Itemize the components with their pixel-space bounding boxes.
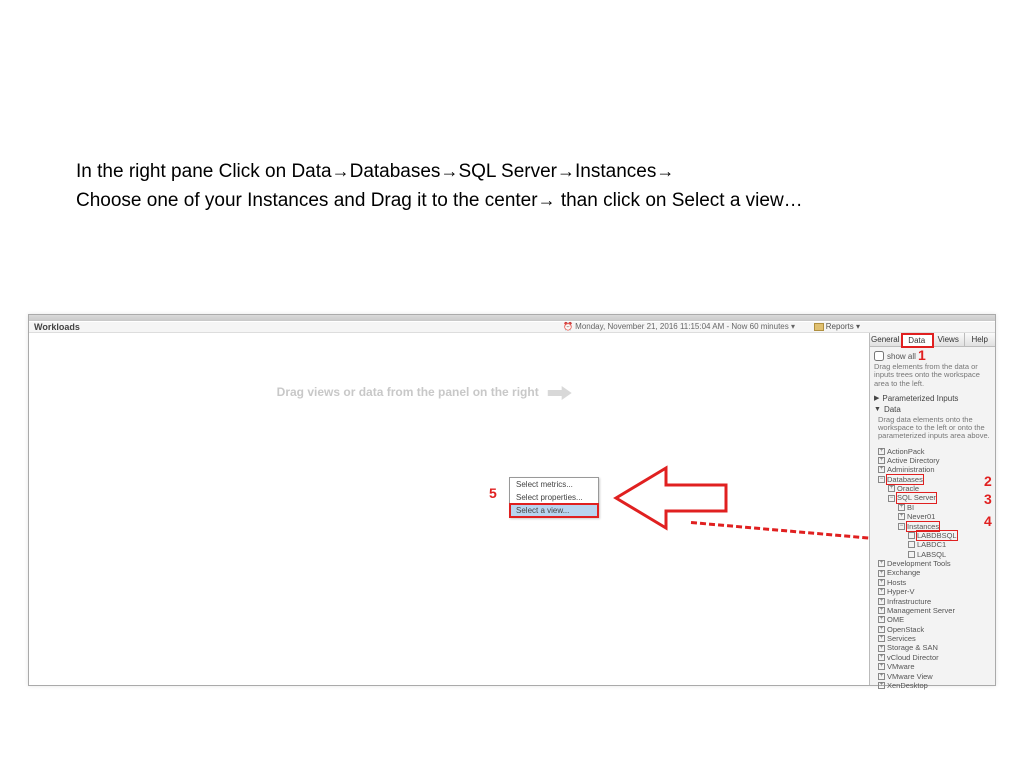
tree-item[interactable]: +Services: [878, 634, 991, 643]
tree-item[interactable]: +BI: [898, 503, 991, 512]
show-all-checkbox[interactable]: show all: [874, 351, 991, 361]
timestamp-selector[interactable]: ⏰ Monday, November 21, 2016 11:15:04 AM …: [563, 322, 795, 331]
tree-item[interactable]: +VMware: [878, 662, 991, 671]
annotation-2: 2: [984, 473, 992, 489]
reports-icon: [814, 323, 824, 331]
ctx-item-select-properties[interactable]: Select properties...: [510, 491, 598, 504]
tree-item[interactable]: +Exchange: [878, 568, 991, 577]
tree-item[interactable]: +XenDesktop: [878, 681, 991, 690]
tree-item[interactable]: LABDC1: [908, 540, 991, 549]
tree-item[interactable]: +Hosts: [878, 578, 991, 587]
annotation-1: 1: [918, 347, 926, 363]
ctx-item-select-a-view[interactable]: Select a view...: [510, 504, 598, 517]
annotation-arrow-icon: [611, 463, 731, 533]
tree-item[interactable]: +ActionPack: [878, 447, 991, 456]
reports-button[interactable]: Reports ▾: [814, 322, 860, 331]
tree-item-instances[interactable]: −Instances: [898, 522, 991, 531]
tree-item-databases[interactable]: −Databases: [878, 475, 991, 484]
tree-item[interactable]: +Infrastructure: [878, 597, 991, 606]
accordion-data[interactable]: Data: [874, 405, 991, 414]
tree-item[interactable]: +Development Tools: [878, 559, 991, 568]
page-title: Workloads: [34, 322, 80, 332]
accordion-parameterized-inputs[interactable]: Parameterized Inputs: [874, 394, 991, 403]
panel-help-1: Drag elements from the data or inputs tr…: [874, 363, 991, 388]
workspace-hint: Drag views or data from the panel on the…: [277, 385, 572, 400]
tree-item[interactable]: +Oracle: [888, 484, 991, 493]
tree-item[interactable]: +VMware View: [878, 672, 991, 681]
data-tree: +ActionPack +Active Directory +Administr…: [878, 447, 991, 691]
ctx-item-select-metrics[interactable]: Select metrics...: [510, 478, 598, 491]
side-panel: General Data Views Help show all Drag el…: [869, 333, 995, 685]
tabstrip: General Data Views Help: [870, 333, 995, 347]
tree-item[interactable]: +Management Server: [878, 606, 991, 615]
tab-help[interactable]: Help: [965, 333, 996, 346]
tree-item[interactable]: +vCloud Director: [878, 653, 991, 662]
toolbar: Workloads ⏰ Monday, November 21, 2016 11…: [29, 321, 995, 333]
workspace-area[interactable]: Drag views or data from the panel on the…: [29, 333, 867, 685]
tree-item[interactable]: +Storage & SAN: [878, 643, 991, 652]
tab-views[interactable]: Views: [933, 333, 965, 346]
annotation-4: 4: [984, 513, 992, 529]
tree-item-sqlserver[interactable]: −SQL Server: [888, 493, 991, 502]
tree-item[interactable]: LABSQL: [908, 550, 991, 559]
tree-item[interactable]: +Never01: [898, 512, 991, 521]
panel-help-2: Drag data elements onto the workspace to…: [878, 416, 991, 441]
tab-general[interactable]: General: [870, 333, 902, 346]
annotation-3: 3: [984, 491, 992, 507]
app-window: Workloads ⏰ Monday, November 21, 2016 11…: [28, 314, 996, 686]
instruction-text: In the right pane Click on Data→Database…: [76, 158, 803, 215]
tab-data[interactable]: Data: [902, 334, 934, 347]
tree-item[interactable]: +OpenStack: [878, 625, 991, 634]
tree-item[interactable]: +Hyper-V: [878, 587, 991, 596]
annotation-dashed-line: [691, 521, 895, 542]
tree-item[interactable]: LABDBSQL: [908, 531, 991, 540]
annotation-5: 5: [489, 485, 497, 501]
tree-item[interactable]: +Active Directory: [878, 456, 991, 465]
tree-item[interactable]: +OME: [878, 615, 991, 624]
context-menu: Select metrics... Select properties... S…: [509, 477, 599, 518]
tree-item[interactable]: +Administration: [878, 465, 991, 474]
